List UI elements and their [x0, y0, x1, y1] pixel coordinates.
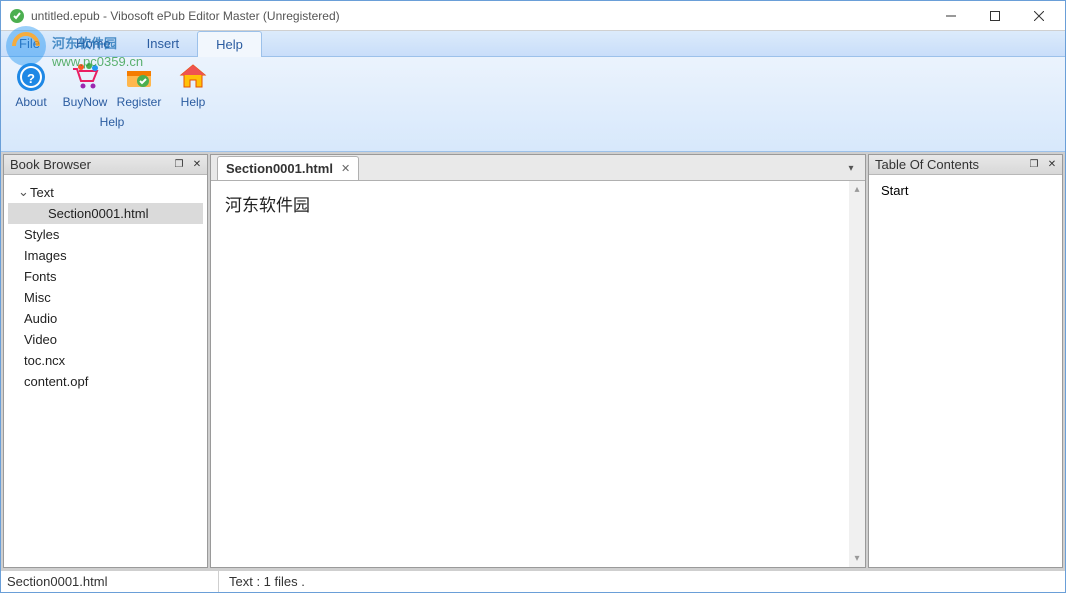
- panel-float-button[interactable]: ❐: [1026, 158, 1042, 172]
- toc-body: Start: [869, 175, 1062, 567]
- cart-icon: [69, 61, 101, 93]
- tree-item-section[interactable]: Section0001.html: [8, 203, 203, 224]
- status-right: Text : 1 files .: [219, 574, 305, 589]
- editor-tab-label: Section0001.html: [226, 161, 333, 176]
- buynow-button[interactable]: BuyNow: [61, 61, 109, 109]
- close-button[interactable]: [1017, 2, 1061, 30]
- menu-home[interactable]: Home: [58, 31, 129, 56]
- toc-title: Table Of Contents: [875, 157, 979, 172]
- home-icon: [177, 61, 209, 93]
- panel-float-button[interactable]: ❐: [171, 158, 187, 172]
- help-label: Help: [181, 95, 206, 109]
- statusbar: Section0001.html Text : 1 files .: [1, 570, 1065, 592]
- editor-content-area[interactable]: 河东软件园 ▴ ▾: [211, 181, 865, 567]
- menu-insert[interactable]: Insert: [129, 31, 198, 56]
- menu-help[interactable]: Help: [197, 31, 262, 57]
- editor-panel: Section0001.html ✕ ▾ 河东软件园 ▴ ▾: [210, 154, 866, 568]
- window-title: untitled.epub - Vibosoft ePub Editor Mas…: [31, 9, 929, 23]
- editor-scrollbar[interactable]: ▴ ▾: [849, 181, 865, 567]
- tree-item-misc[interactable]: Misc: [8, 287, 203, 308]
- tree-item-styles[interactable]: Styles: [8, 224, 203, 245]
- chevron-down-icon: ⌄: [18, 184, 30, 200]
- editor-text: 河东软件园: [211, 181, 865, 226]
- ribbon-group-label: Help: [7, 113, 217, 129]
- toc-item-start[interactable]: Start: [881, 183, 1050, 198]
- toc-panel: Table Of Contents ❐ ✕ Start: [868, 154, 1063, 568]
- titlebar: untitled.epub - Vibosoft ePub Editor Mas…: [1, 1, 1065, 31]
- tree-item-fonts[interactable]: Fonts: [8, 266, 203, 287]
- tree-item-text[interactable]: ⌄Text: [8, 181, 203, 203]
- tree-item-images[interactable]: Images: [8, 245, 203, 266]
- status-left: Section0001.html: [1, 571, 219, 592]
- book-browser-header: Book Browser ❐ ✕: [4, 155, 207, 175]
- register-button[interactable]: Register: [115, 61, 163, 109]
- book-browser-tree: ⌄Text Section0001.html Styles Images Fon…: [4, 175, 207, 567]
- toc-header: Table Of Contents ❐ ✕: [869, 155, 1062, 175]
- ribbon: ? About BuyNow Register Help Help: [1, 57, 1065, 152]
- tab-dropdown-icon[interactable]: ▾: [843, 160, 859, 176]
- panel-close-button[interactable]: ✕: [189, 158, 205, 172]
- tree-item-audio[interactable]: Audio: [8, 308, 203, 329]
- app-icon: [9, 8, 25, 24]
- help-button[interactable]: Help: [169, 61, 217, 109]
- svg-text:?: ?: [27, 71, 35, 86]
- about-label: About: [15, 95, 46, 109]
- tree-item-video[interactable]: Video: [8, 329, 203, 350]
- about-button[interactable]: ? About: [7, 61, 55, 109]
- maximize-button[interactable]: [973, 2, 1017, 30]
- ribbon-group-help: ? About BuyNow Register Help Help: [1, 57, 223, 151]
- scroll-down-icon[interactable]: ▾: [854, 550, 859, 567]
- tree-item-tocncx[interactable]: toc.ncx: [8, 350, 203, 371]
- book-browser-title: Book Browser: [10, 157, 91, 172]
- book-browser-panel: Book Browser ❐ ✕ ⌄Text Section0001.html …: [3, 154, 208, 568]
- register-icon: [123, 61, 155, 93]
- menubar: File Home Insert Help: [1, 31, 1065, 57]
- scroll-up-icon[interactable]: ▴: [854, 181, 859, 198]
- editor-tabstrip: Section0001.html ✕ ▾: [211, 155, 865, 181]
- panel-close-button[interactable]: ✕: [1044, 158, 1060, 172]
- minimize-button[interactable]: [929, 2, 973, 30]
- buynow-label: BuyNow: [63, 95, 108, 109]
- menu-file[interactable]: File: [1, 31, 58, 56]
- register-label: Register: [117, 95, 162, 109]
- editor-tab[interactable]: Section0001.html ✕: [217, 156, 359, 180]
- tab-close-icon[interactable]: ✕: [341, 162, 350, 175]
- tree-item-contentopf[interactable]: content.opf: [8, 371, 203, 392]
- about-icon: ?: [15, 61, 47, 93]
